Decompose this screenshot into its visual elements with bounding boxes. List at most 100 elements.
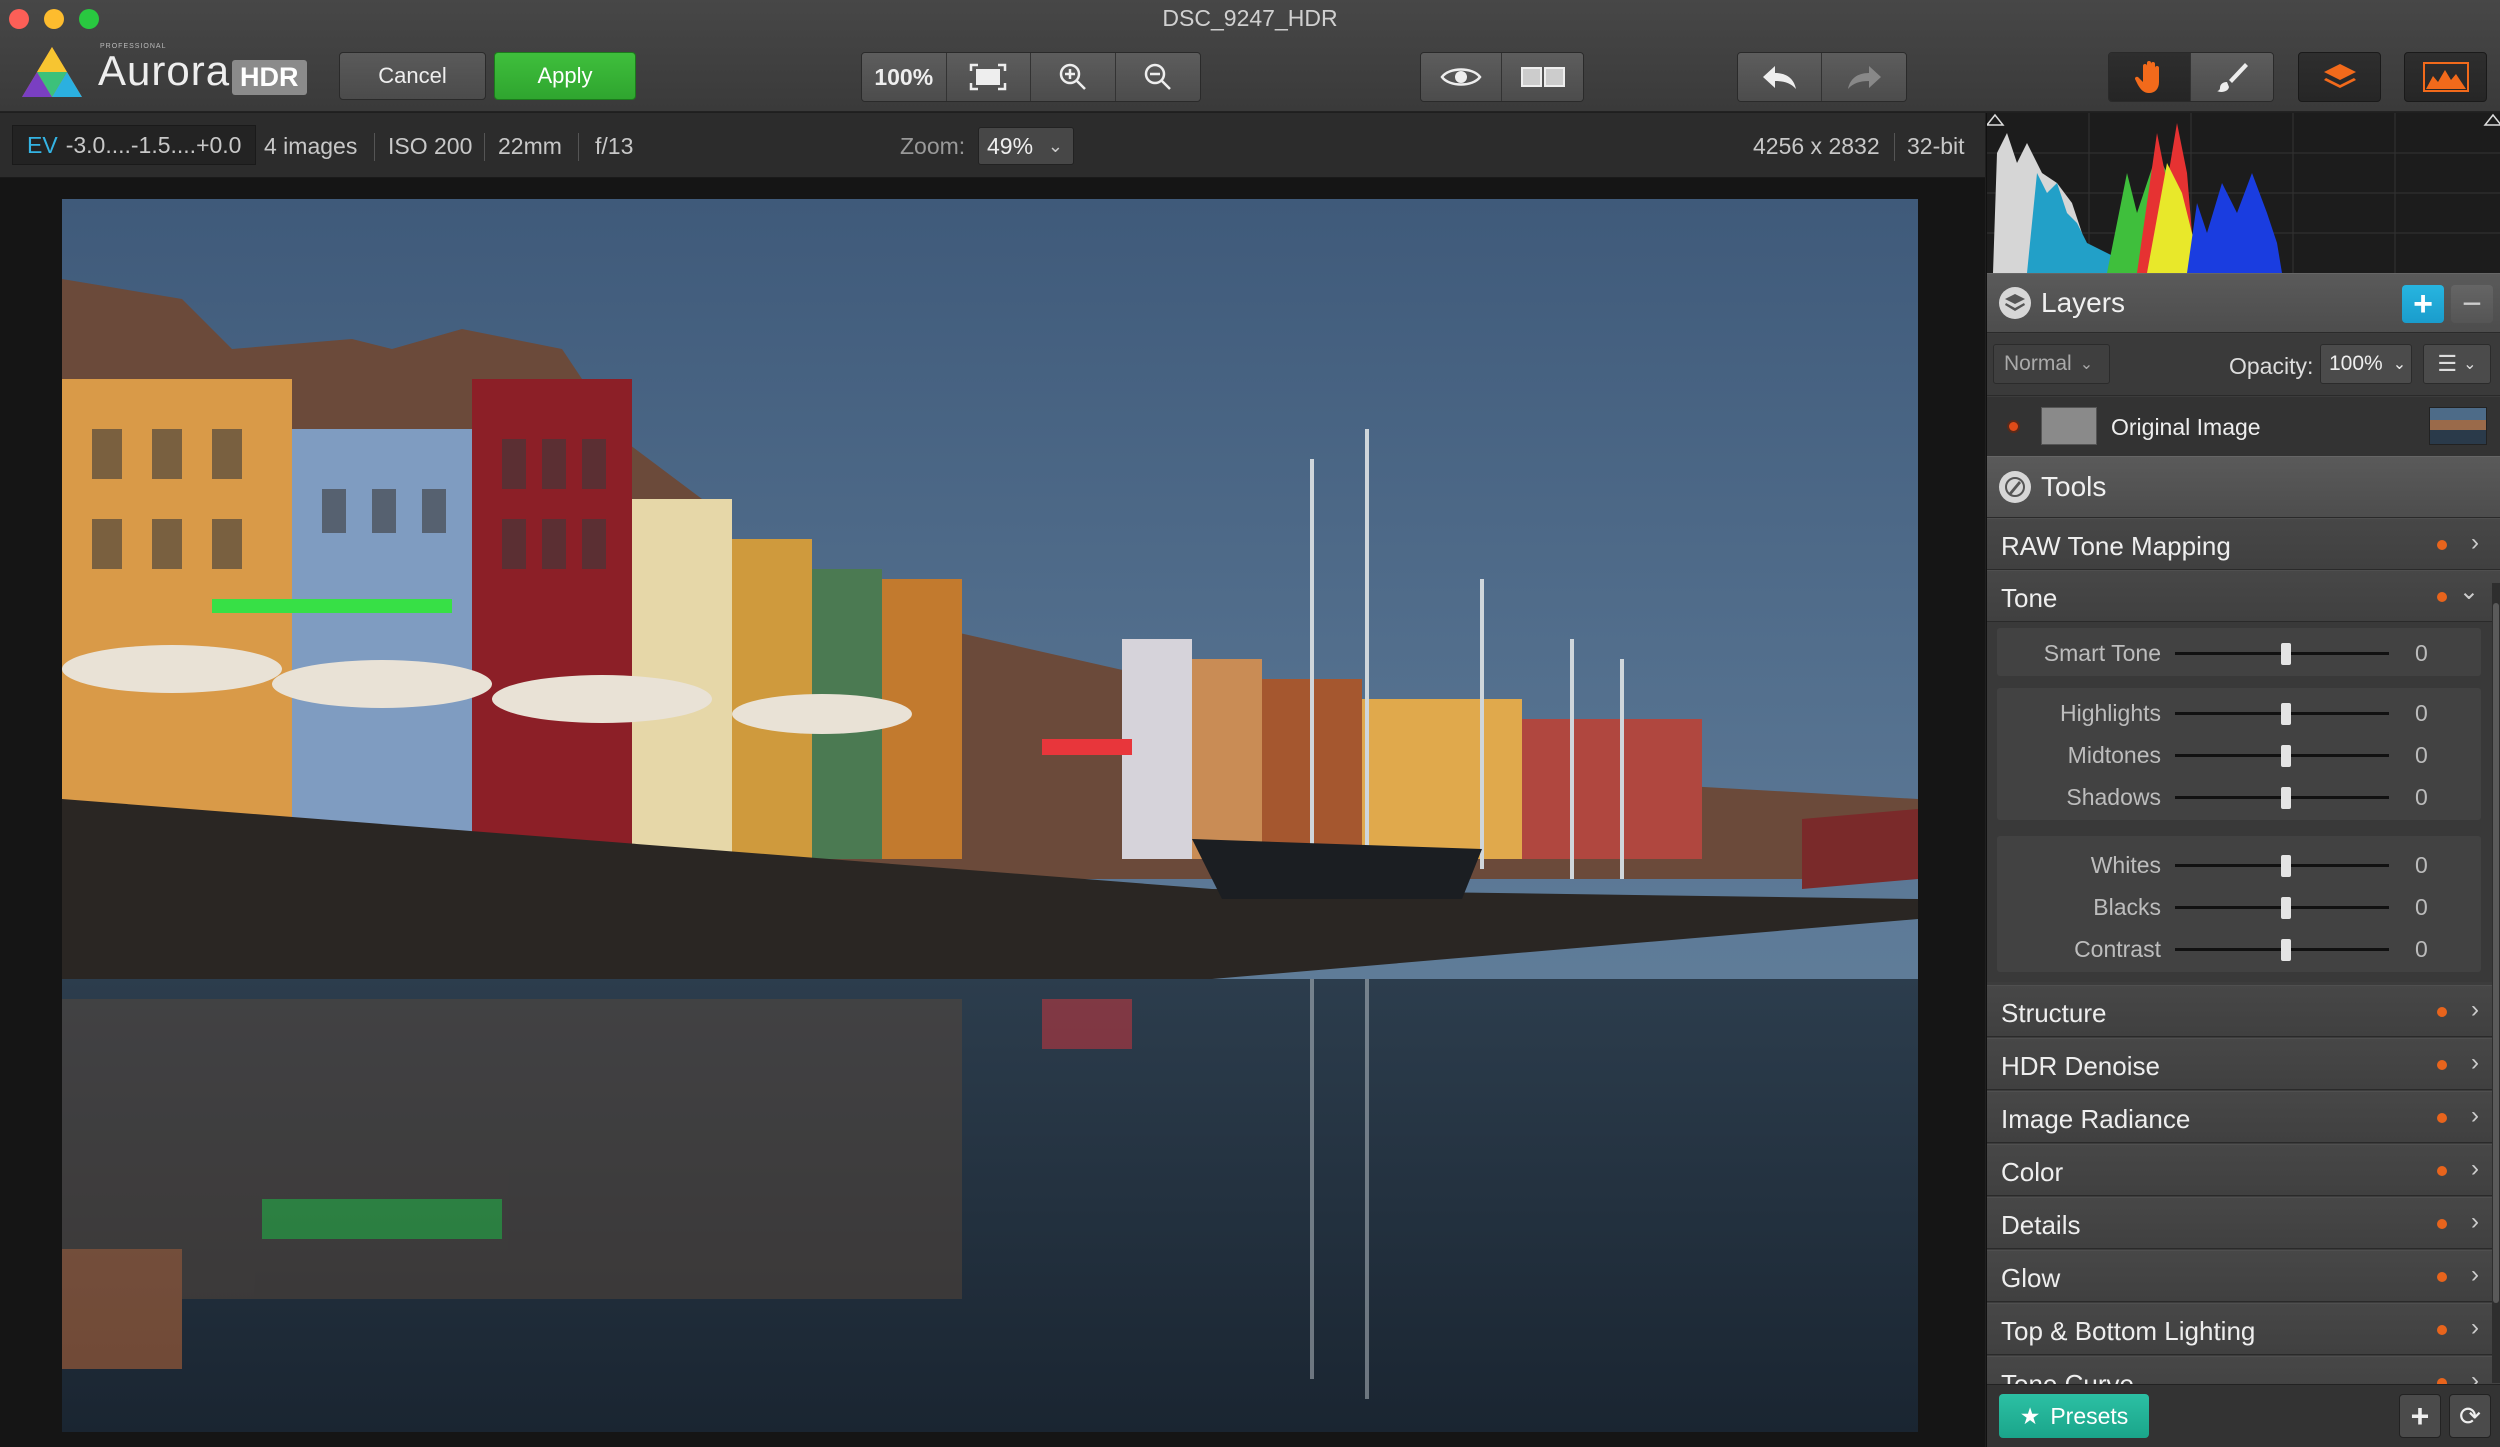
slider-value: 0 <box>2415 700 2428 726</box>
hand-tool-button[interactable] <box>2109 53 2191 101</box>
tool-hdr-denoise[interactable]: HDR Denoise › <box>1987 1038 2500 1090</box>
tool-active-indicator[interactable] <box>2437 1166 2447 1176</box>
presets-button[interactable]: ★ Presets <box>1999 1394 2149 1438</box>
tool-color[interactable]: Color › <box>1987 1144 2500 1196</box>
tools-header[interactable]: Tools <box>1987 456 2500 518</box>
layers-panel-button[interactable] <box>2298 52 2381 102</box>
tool-active-indicator[interactable] <box>2437 1272 2447 1282</box>
tool-tone-curve[interactable]: Tone Curve › <box>1987 1356 2500 1384</box>
slider-handle[interactable] <box>2281 745 2291 767</box>
opacity-label: Opacity: <box>2229 353 2314 379</box>
tool-tone[interactable]: Tone ⌄ <box>1987 570 2500 622</box>
compare-button[interactable] <box>1502 53 1583 101</box>
panel-scrollbar[interactable] <box>2492 583 2500 1383</box>
opacity-dropdown[interactable]: 100% ⌄ <box>2320 344 2412 384</box>
tools-section-icon <box>1999 471 2031 503</box>
tool-active-indicator[interactable] <box>2437 1325 2447 1335</box>
zoom-100-button[interactable]: 100% <box>862 53 947 101</box>
chevron-down-icon: ⌄ <box>2392 356 2407 373</box>
slider-handle[interactable] <box>2281 787 2291 809</box>
slider-whites[interactable]: Whites 0 <box>1997 844 2481 884</box>
tool-top-bottom-lighting[interactable]: Top & Bottom Lighting › <box>1987 1303 2500 1355</box>
cancel-button[interactable]: Cancel <box>339 52 486 100</box>
tool-label: Glow <box>2001 1263 2061 1293</box>
preview-toggle-button[interactable] <box>1421 53 1502 101</box>
panel-bottom-bar: ★ Presets + ⟳ <box>1987 1384 2500 1447</box>
redo-button[interactable] <box>1822 53 1906 101</box>
layer-name: Original Image <box>2111 414 2261 440</box>
tool-active-indicator[interactable] <box>2437 1113 2447 1123</box>
layer-row[interactable]: Original Image <box>1987 397 2500 456</box>
slider-handle[interactable] <box>2281 703 2291 725</box>
tool-label: Color <box>2001 1157 2064 1187</box>
harbor-photo <box>62 199 1918 1432</box>
tool-active-indicator[interactable] <box>2437 1060 2447 1070</box>
slider-handle[interactable] <box>2281 939 2291 961</box>
add-layer-button[interactable]: + <box>2402 285 2444 323</box>
image-dimensions: 4256 x 2832 <box>1753 133 1880 159</box>
brush-tool-button[interactable] <box>2191 53 2273 101</box>
layers-header[interactable]: Layers + − <box>1987 273 2500 333</box>
tool-active-indicator[interactable] <box>2437 592 2447 602</box>
divider <box>1894 133 1895 161</box>
layer-options: Normal ⌄ Opacity: 100% ⌄ ☰ ⌄ <box>1987 334 2500 396</box>
exposure-bracket[interactable]: EV -3.0....-1.5....+0.0 <box>12 125 257 165</box>
sync-button[interactable]: ⟳ <box>2449 1394 2491 1438</box>
tool-image-radiance[interactable]: Image Radiance › <box>1987 1091 2500 1143</box>
right-panel: Layers + − Normal ⌄ Opacity: 100% ⌄ ☰ ⌄ O… <box>1985 113 2500 1447</box>
photo-preview[interactable] <box>62 199 1918 1432</box>
tool-label: Tone Curve <box>2001 1369 2134 1384</box>
chevron-right-icon: › <box>2471 1314 2479 1341</box>
tool-active-indicator[interactable] <box>2437 540 2447 550</box>
image-canvas[interactable] <box>0 178 1985 1447</box>
zoom-in-button[interactable] <box>1031 53 1116 101</box>
slider-blacks[interactable]: Blacks 0 <box>1997 886 2481 926</box>
layer-mask-thumbnail <box>2041 407 2097 445</box>
scrollbar-thumb[interactable] <box>2493 603 2499 1303</box>
slider-highlights[interactable]: Highlights 0 <box>1997 692 2481 732</box>
slider-label: Highlights <box>2060 700 2161 726</box>
layers-section-icon <box>1999 287 2031 319</box>
zoom-dropdown[interactable]: 49% ⌄ <box>978 127 1074 165</box>
tool-active-indicator[interactable] <box>2437 1007 2447 1017</box>
menu-icon: ☰ <box>2437 351 2458 376</box>
star-icon: ★ <box>2019 1402 2041 1429</box>
histogram-toggle-button[interactable] <box>2404 52 2487 102</box>
fit-screen-button[interactable] <box>946 53 1031 101</box>
tool-raw-tone-mapping[interactable]: RAW Tone Mapping › <box>1987 518 2500 570</box>
chevron-down-icon: ⌄ <box>2079 356 2094 373</box>
slider-handle[interactable] <box>2281 643 2291 665</box>
histogram <box>1985 113 2500 273</box>
chevron-right-icon: › <box>2471 529 2479 556</box>
zoom-dropdown-value: 49% <box>987 132 1034 159</box>
tool-label: RAW Tone Mapping <box>2001 531 2231 561</box>
slider-value: 0 <box>2415 742 2428 768</box>
apply-button[interactable]: Apply <box>494 52 636 100</box>
tool-structure[interactable]: Structure › <box>1987 985 2500 1037</box>
undo-button[interactable] <box>1738 53 1822 101</box>
slider-handle[interactable] <box>2281 897 2291 919</box>
zoom-controls: 100% <box>861 52 1201 102</box>
remove-layer-button[interactable]: − <box>2451 285 2493 323</box>
tool-glow[interactable]: Glow › <box>1987 1250 2500 1302</box>
wbc-group: Whites 0 Blacks 0 Contrast 0 <box>1997 836 2481 972</box>
layer-visibility-dot[interactable] <box>2007 420 2020 433</box>
tool-active-indicator[interactable] <box>2437 1219 2447 1229</box>
slider-midtones[interactable]: Midtones 0 <box>1997 734 2481 774</box>
slider-value: 0 <box>2415 640 2428 666</box>
slider-handle[interactable] <box>2281 855 2291 877</box>
layer-menu-button[interactable]: ☰ ⌄ <box>2423 344 2491 384</box>
layers-title: Layers <box>2041 287 2126 318</box>
slider-shadows[interactable]: Shadows 0 <box>1997 776 2481 816</box>
hdr-badge: HDR <box>232 60 307 95</box>
blend-mode-dropdown[interactable]: Normal ⌄ <box>1993 344 2110 384</box>
window-title: DSC_9247_HDR <box>1162 5 1338 31</box>
slider-smart-tone[interactable]: Smart Tone 0 <box>1997 632 2481 672</box>
add-preset-button[interactable]: + <box>2399 1394 2441 1438</box>
aurora-logo-icon <box>22 47 82 97</box>
slider-contrast[interactable]: Contrast 0 <box>1997 928 2481 968</box>
tool-details[interactable]: Details › <box>1987 1197 2500 1249</box>
chevron-right-icon: › <box>2471 1049 2479 1076</box>
zoom-out-button[interactable] <box>1115 53 1200 101</box>
divider <box>374 133 375 161</box>
